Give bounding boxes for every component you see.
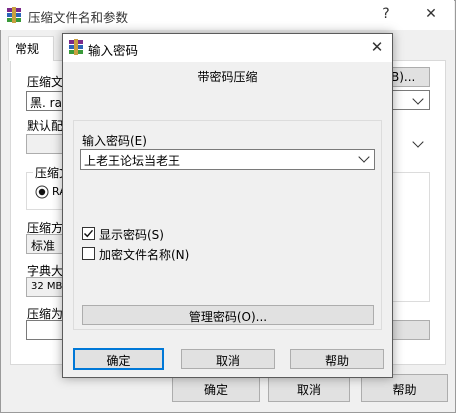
dictionary-combo[interactable]: 32 MB (26, 277, 66, 297)
check-icon (84, 229, 94, 238)
manage-passwords-button[interactable]: 管理密码(O)... (82, 305, 374, 325)
profile-button[interactable] (26, 134, 66, 154)
show-password-checkbox[interactable] (82, 227, 95, 240)
main-help-button[interactable]: 帮助 (361, 374, 448, 402)
encrypt-names-checkbox[interactable] (82, 247, 95, 260)
browse-button[interactable]: B)... (390, 67, 430, 87)
dialog-close-icon[interactable]: ✕ (367, 38, 387, 56)
dialog-cancel-button[interactable]: 取消 (181, 349, 275, 369)
options-group (392, 172, 430, 302)
winrar-icon (7, 7, 21, 23)
encrypt-names-label: 加密文件名称(N) (99, 248, 190, 262)
main-window-title: 压缩文件名和参数 (28, 10, 129, 25)
dialog-ok-button[interactable]: 确定 (73, 348, 164, 370)
winrar-icon (69, 39, 83, 55)
method-combo[interactable]: 标准 (26, 234, 66, 254)
method-value: 标准 (31, 239, 56, 253)
set-password-button-right[interactable] (392, 320, 430, 340)
archive-name-input[interactable]: 黑. rar (26, 91, 66, 111)
help-icon[interactable]: ? (376, 6, 396, 22)
password-dialog-title: 输入密码 (88, 43, 139, 58)
password-input[interactable]: 上老王论坛当老王 (80, 149, 375, 170)
tab-general[interactable]: 常规 (8, 36, 54, 61)
password-dialog-heading: 带密码压缩 (197, 70, 258, 84)
radio-selected-icon[interactable] (35, 185, 49, 199)
main-ok-button[interactable]: 确定 (172, 374, 260, 402)
browse-button-label: B)... (391, 70, 416, 84)
show-password-label: 显示密码(S) (99, 228, 164, 242)
split-combo[interactable] (26, 320, 66, 340)
default-profile-label: 默认配 (27, 119, 64, 133)
main-cancel-button[interactable]: 取消 (268, 374, 350, 402)
archive-name-value: 黑. rar (30, 96, 66, 110)
password-dialog: 输入密码 ✕ 带密码压缩 输入密码(E) 上老王论坛当老王 显示密码(S) 加密… (62, 33, 393, 378)
archive-name-combo-right[interactable] (392, 90, 430, 110)
dialog-help-button[interactable]: 帮助 (290, 349, 384, 369)
password-label: 输入密码(E) (82, 134, 147, 148)
password-value: 上老王论坛当老王 (84, 154, 181, 168)
main-close-icon[interactable]: ✕ (421, 6, 441, 22)
archive-name-label: 压缩文 (27, 75, 64, 89)
dictionary-value: 32 MB (31, 281, 63, 292)
